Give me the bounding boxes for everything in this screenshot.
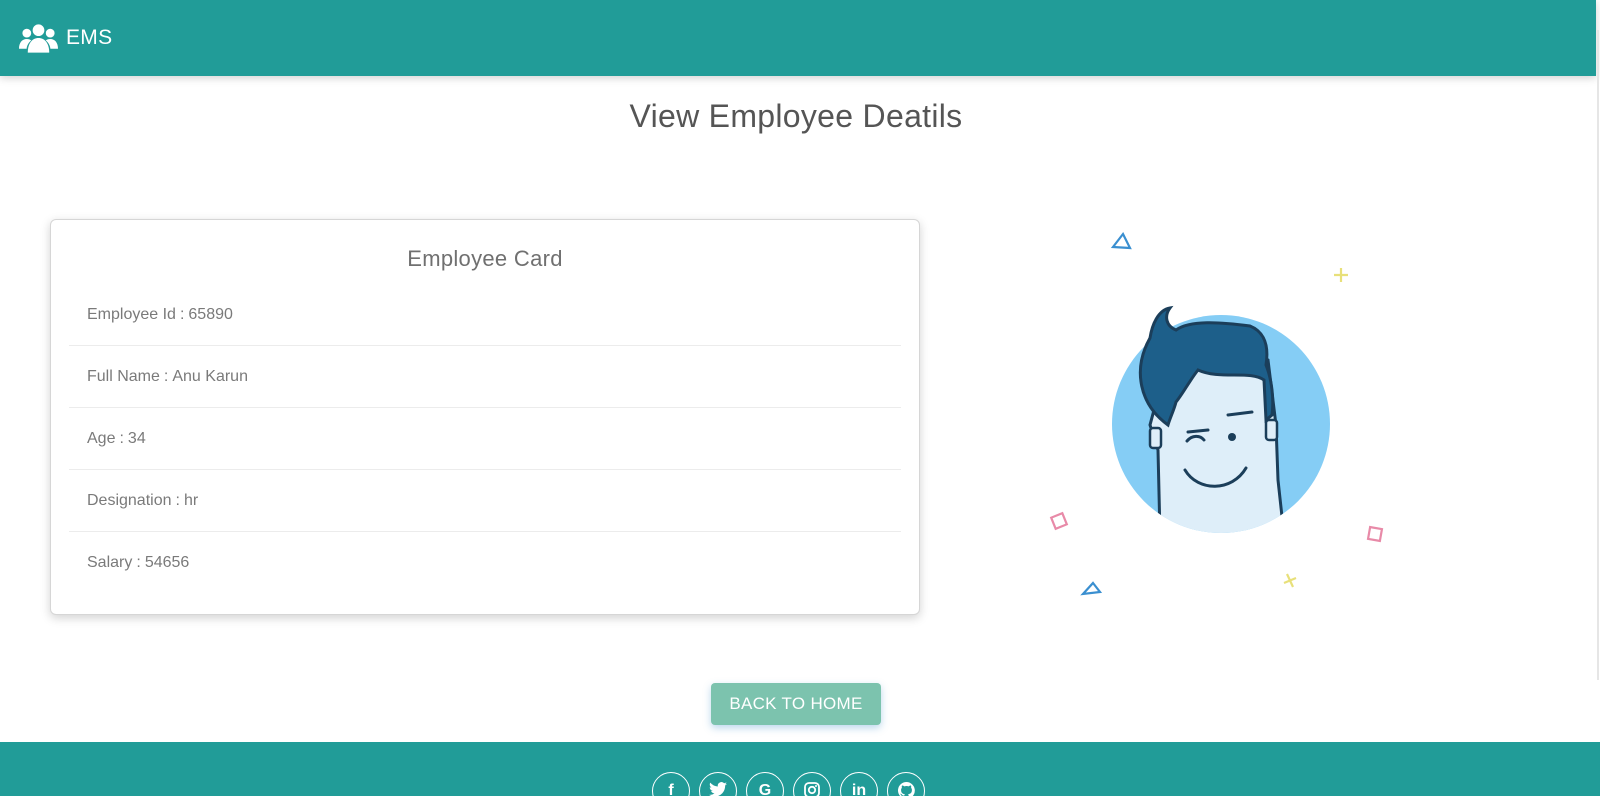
employee-card: Employee Card Employee Id:65890 Full Nam… <box>50 219 920 615</box>
detail-label: Salary <box>87 554 133 571</box>
users-icon <box>19 24 58 53</box>
linkedin-icon: in <box>851 782 867 799</box>
google-link[interactable]: G <box>746 772 784 810</box>
detail-value: 54656 <box>144 554 190 571</box>
confetti-square <box>1366 525 1384 543</box>
detail-row-employee-id: Employee Id:65890 <box>69 284 901 346</box>
navbar: EMS <box>0 0 1596 76</box>
twitter-link[interactable] <box>699 772 737 810</box>
confetti-plus <box>1283 573 1297 588</box>
footer: f G in <box>0 742 1600 810</box>
detail-label: Age <box>87 429 116 447</box>
page-title: View Employee Deatils <box>629 98 963 134</box>
detail-value: 65890 <box>188 305 233 323</box>
facebook-link[interactable]: f <box>652 772 690 810</box>
back-to-home-button[interactable]: BACK TO HOME <box>711 683 881 725</box>
detail-value: 34 <box>127 429 146 447</box>
linkedin-link[interactable]: in <box>840 772 878 810</box>
twitter-icon <box>709 782 727 797</box>
detail-row-designation: Designation: hr <box>69 470 901 532</box>
detail-label: Employee Id <box>87 305 176 323</box>
confetti-square <box>1049 511 1069 531</box>
social-links: f G in <box>652 772 925 810</box>
card-title: Employee Card <box>407 246 563 271</box>
scrollbar-edge <box>1597 30 1599 680</box>
avatar-face <box>1112 305 1330 533</box>
confetti-triangle <box>1080 581 1103 596</box>
detail-row-salary: Salary:54656 <box>87 554 190 571</box>
detail-row-full-name: Full Name: Anu Karun <box>69 346 901 408</box>
employee-detail-list: Employee Id:65890 Full Name: Anu Karun Ag… <box>69 284 901 594</box>
confetti-triangle <box>1110 231 1132 250</box>
winking-man-avatar-illustration <box>1049 231 1384 596</box>
github-icon <box>897 782 915 799</box>
detail-value: Anu Karun <box>172 367 248 385</box>
detail-row-age: Age:34 <box>69 408 901 470</box>
detail-value: hr <box>183 491 199 509</box>
brand-name: EMS <box>66 26 113 49</box>
instagram-link[interactable] <box>793 772 831 810</box>
github-link[interactable] <box>887 772 925 810</box>
brand-link[interactable]: EMS <box>19 22 112 54</box>
google-icon: G <box>758 782 772 799</box>
detail-label: Full Name <box>87 367 160 385</box>
facebook-icon: f <box>668 782 674 799</box>
confetti-plus <box>1334 268 1348 282</box>
detail-label: Designation <box>87 491 172 509</box>
